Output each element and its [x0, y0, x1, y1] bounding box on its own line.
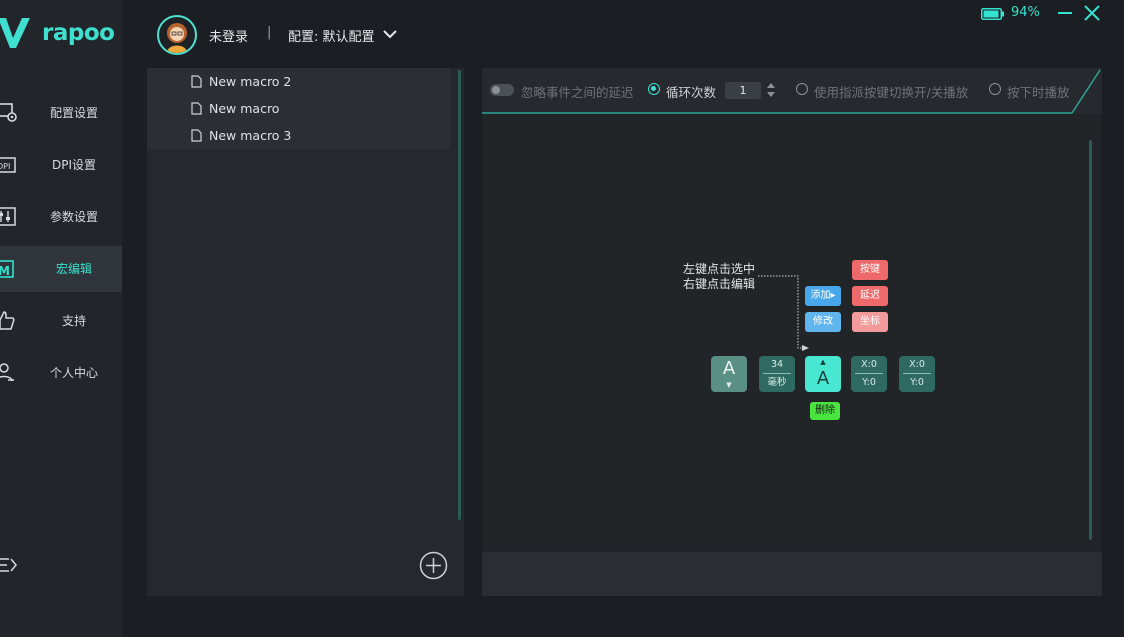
sidebar-item-profile[interactable]: 个人中心: [0, 350, 122, 396]
login-status[interactable]: 未登录: [209, 26, 248, 45]
add-macro-button[interactable]: [419, 551, 448, 580]
svg-text:DPI: DPI: [0, 162, 10, 171]
battery-percent: 94%: [1011, 5, 1040, 20]
header-separator: |: [267, 25, 272, 40]
brand: rapoo: [0, 14, 122, 54]
add-delay-button[interactable]: 延迟: [852, 286, 888, 306]
canvas-scrollbar[interactable]: [1089, 140, 1092, 540]
add-coord-button[interactable]: 坐标: [852, 312, 888, 332]
sidebar-item-label: 配置设置: [49, 106, 98, 120]
key-event-a-selected[interactable]: ▲ A: [805, 356, 841, 392]
macro-editor: 忽略事件之间的延迟 循环次数 1 使用指派按键切换开/关播放 按下时播放 左键点…: [482, 68, 1102, 596]
delay-event[interactable]: 34 毫秒: [759, 356, 795, 392]
config-icon: [0, 103, 17, 122]
document-icon: [191, 129, 202, 142]
modify-button[interactable]: 修改: [805, 312, 841, 332]
macro-name: New macro: [209, 101, 280, 116]
brand-wordmark: rapoo: [42, 20, 115, 46]
sidebar-item-dpi[interactable]: DPI DPI设置: [0, 142, 122, 188]
minimize-icon[interactable]: [1057, 4, 1073, 22]
sidebar-item-label: DPI设置: [51, 158, 97, 172]
rapoo-logo-icon: [0, 18, 30, 48]
document-icon: [191, 75, 202, 88]
sidebar-item-support[interactable]: 支持: [0, 298, 122, 344]
sidebar: rapoo 配置设置 DPI DPI设置 参数设置 M 宏编辑 支持 个人中心: [0, 0, 122, 637]
macro-canvas[interactable]: 左键点击选中 右键点击编辑 添加▸ 修改 按键 延迟 坐标 A ▼ 34 毫秒 …: [482, 114, 1102, 550]
sidebar-item-label: 个人中心: [49, 366, 98, 380]
avatar-icon: [167, 23, 187, 53]
avatar[interactable]: [157, 15, 197, 55]
toolbar-accent-line: [482, 69, 1101, 114]
macro-name: New macro 3: [209, 128, 292, 143]
sidebar-item-label: 支持: [61, 314, 86, 328]
help-line-select: 左键点击选中: [683, 262, 756, 276]
coord-event[interactable]: X:0 Y:0: [899, 356, 935, 392]
macro-name: New macro 2: [209, 74, 292, 89]
list-item[interactable]: New macro: [147, 95, 450, 122]
battery-icon: [981, 8, 1004, 20]
expand-menu-icon[interactable]: [0, 555, 20, 575]
add-key-button[interactable]: 按键: [852, 260, 888, 280]
chevron-down-icon[interactable]: [383, 29, 397, 39]
sidebar-item-macro[interactable]: M 宏编辑: [0, 246, 122, 292]
close-icon[interactable]: [1083, 4, 1101, 22]
profile-selector[interactable]: 配置: 默认配置: [288, 26, 375, 45]
key-event-a[interactable]: A ▼: [711, 356, 747, 392]
help-line-edit: 右键点击编辑: [683, 277, 756, 291]
list-item[interactable]: New macro 3: [147, 122, 450, 149]
macro-list-panel: New macro 2 New macro New macro 3: [147, 68, 464, 596]
params-icon: [0, 207, 16, 226]
user-icon: [0, 363, 14, 382]
thumbs-up-icon: [0, 311, 15, 330]
sidebar-item-label: 宏编辑: [55, 262, 92, 276]
coord-event[interactable]: X:0 Y:0: [851, 356, 887, 392]
svg-text:M: M: [0, 264, 10, 278]
editor-footer: [482, 552, 1102, 596]
list-scrollbar[interactable]: [458, 70, 461, 520]
dpi-icon: DPI: [0, 157, 16, 173]
help-connector: [758, 275, 809, 351]
sidebar-item-label: 参数设置: [49, 210, 98, 224]
help-text: 左键点击选中 右键点击编辑: [683, 262, 755, 292]
editor-toolbar: 忽略事件之间的延迟 循环次数 1 使用指派按键切换开/关播放 按下时播放: [482, 68, 1102, 114]
list-item[interactable]: New macro 2: [147, 68, 450, 95]
macro-icon: M: [0, 260, 14, 278]
sidebar-item-params[interactable]: 参数设置: [0, 194, 122, 240]
delete-button[interactable]: 删除: [810, 402, 840, 420]
sidebar-item-config[interactable]: 配置设置: [0, 90, 122, 136]
document-icon: [191, 102, 202, 115]
add-button[interactable]: 添加▸: [805, 286, 841, 306]
